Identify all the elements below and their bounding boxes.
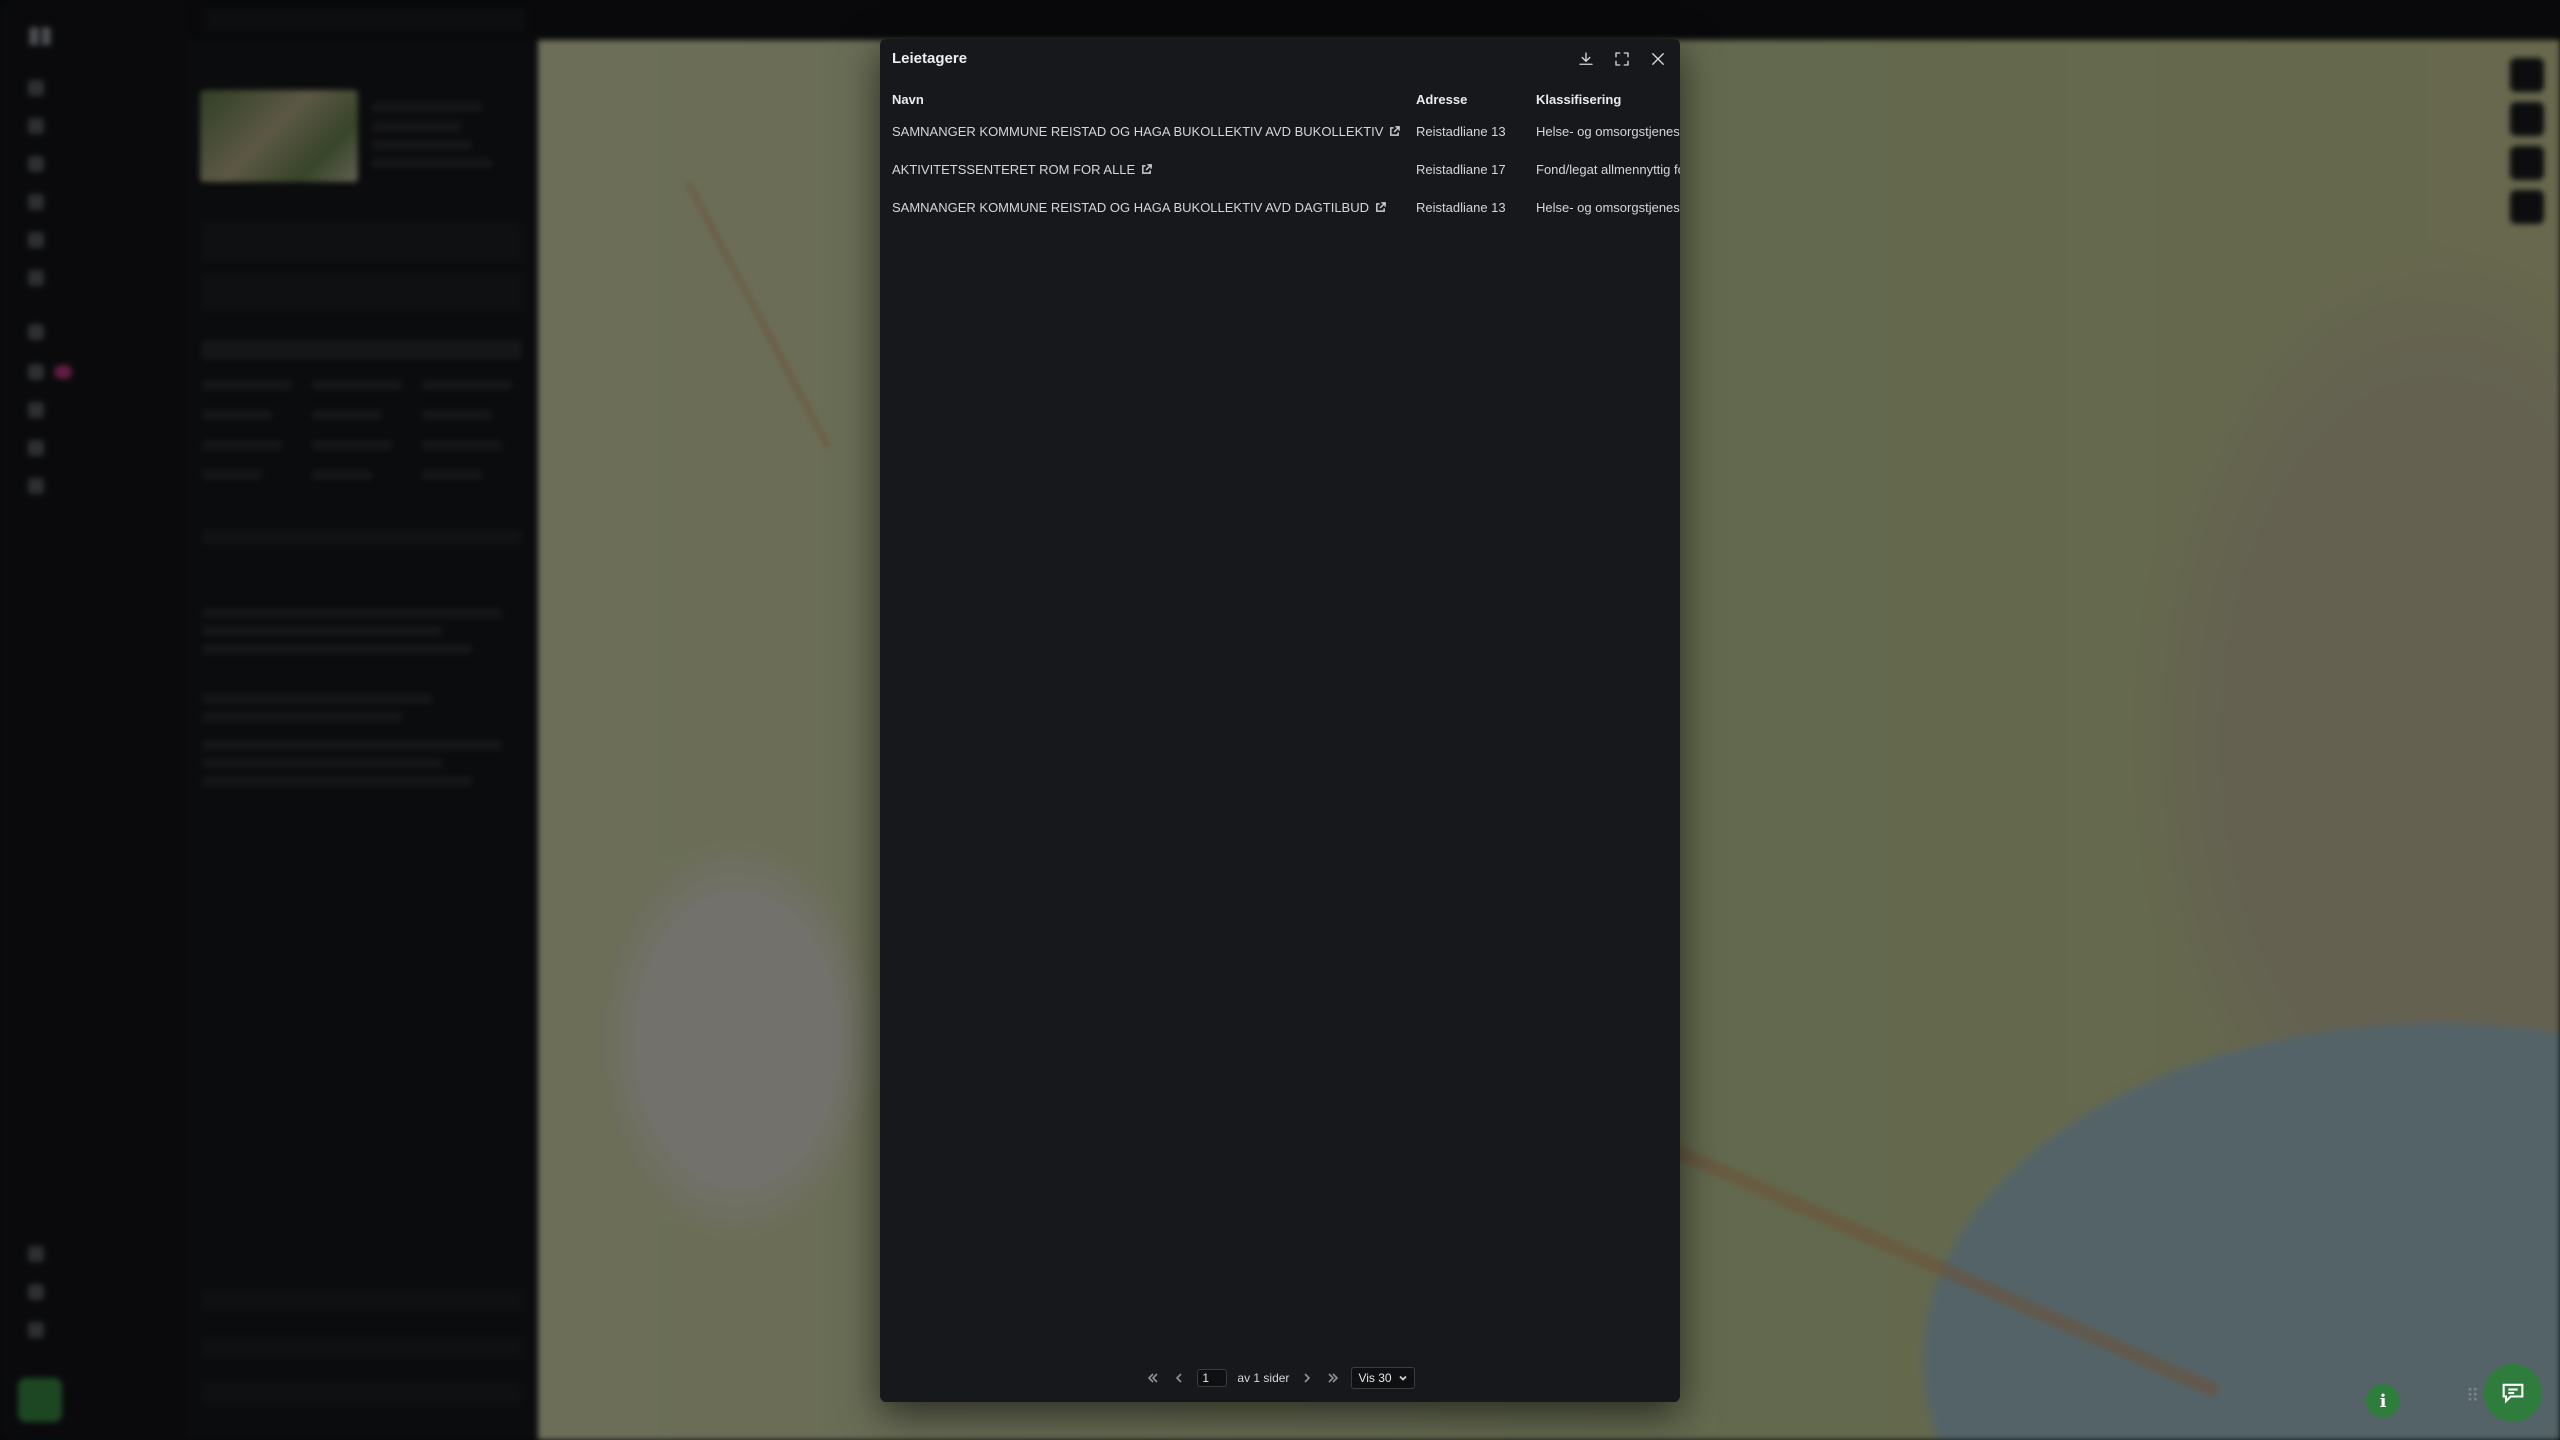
address-cell: Reistadliane 17 (1416, 161, 1506, 177)
column-header-klassifisering[interactable]: Klassifisering (1524, 86, 1680, 112)
external-link-icon[interactable] (1141, 163, 1153, 174)
external-link-icon[interactable] (1375, 201, 1386, 212)
nav-item (28, 114, 44, 138)
tenant-name-cell[interactable]: AKTIVITETSSENTERET ROM FOR ALLE (880, 150, 1404, 188)
chat-button[interactable] (2484, 1364, 2542, 1422)
classification-cell: Helse- og omsorgstjenester (1536, 123, 1680, 139)
chevron-down-icon (1398, 1375, 1407, 1381)
avatar (18, 1378, 62, 1422)
page-size-select[interactable]: Vis 30 (1351, 1367, 1415, 1389)
column-header-navn[interactable]: Navn (880, 86, 1404, 112)
nav-item (28, 190, 44, 214)
address-cell: Reistadliane 13 (1416, 123, 1506, 139)
page-size-label: Vis 30 (1358, 1371, 1392, 1385)
nav-item (28, 320, 44, 344)
map-control (2510, 58, 2544, 92)
first-page-icon[interactable] (1145, 1370, 1161, 1386)
table-row: SAMNANGER KOMMUNE REISTAD OG HAGA BUKOLL… (880, 188, 1680, 226)
last-page-icon[interactable] (1325, 1370, 1341, 1386)
modal-actions (1574, 47, 1670, 71)
modal-title: Leietagere (892, 50, 968, 67)
drag-handle-icon[interactable]: ⠿ (2466, 1386, 2479, 1407)
address-cell: Reistadliane 13 (1416, 199, 1506, 215)
tenants-modal: Leietagere Navn Adresse Klassifisering S… (880, 39, 1680, 1402)
nav-item (28, 398, 44, 422)
pagination: av 1 sider Vis 30 (880, 1366, 1680, 1390)
previous-page-icon[interactable] (1171, 1370, 1187, 1386)
nav-item (28, 266, 44, 290)
tenant-name-cell[interactable]: SAMNANGER KOMMUNE REISTAD OG HAGA BUKOLL… (880, 112, 1404, 150)
map-control (2510, 146, 2544, 180)
classification-cell: Fond/legat allmennyttig formål (1536, 161, 1680, 177)
page-number-input[interactable] (1197, 1369, 1228, 1387)
nav-item (28, 76, 44, 100)
property-photo (200, 90, 358, 182)
map-control (2510, 102, 2544, 136)
page-count-label: av 1 sider (1237, 1371, 1290, 1385)
download-icon[interactable] (1574, 47, 1598, 71)
nav-item (28, 1318, 44, 1342)
classification-cell: Helse- og omsorgstjenester (1536, 199, 1680, 215)
info-icon[interactable]: i (2366, 1384, 2400, 1418)
table-row: SAMNANGER KOMMUNE REISTAD OG HAGA BUKOLL… (880, 112, 1680, 150)
app-logo: ▮▮ (28, 22, 53, 47)
tenant-name-link[interactable]: SAMNANGER KOMMUNE REISTAD OG HAGA BUKOLL… (892, 124, 1383, 139)
nav-item (28, 436, 44, 460)
tenant-name-link[interactable]: AKTIVITETSSENTERET ROM FOR ALLE (892, 162, 1135, 177)
main-navigation: ▮▮ (0, 0, 186, 1440)
tenant-name-link[interactable]: SAMNANGER KOMMUNE REISTAD OG HAGA BUKOLL… (892, 200, 1369, 215)
map-control (2510, 190, 2544, 224)
property-panel (186, 40, 538, 1440)
column-header-adresse[interactable]: Adresse (1404, 86, 1524, 112)
chat-icon (2502, 1383, 2524, 1404)
tenant-name-cell[interactable]: SAMNANGER KOMMUNE REISTAD OG HAGA BUKOLL… (880, 188, 1404, 226)
nav-item (28, 228, 44, 252)
search-tab (206, 8, 526, 32)
table-row: AKTIVITETSSENTERET ROM FOR ALLE Reistadl… (880, 150, 1680, 188)
nav-item (28, 360, 73, 384)
top-bar (186, 0, 2560, 40)
tenants-table: Navn Adresse Klassifisering SAMNANGER KO… (880, 86, 1680, 226)
nav-item (28, 1242, 44, 1266)
next-page-icon[interactable] (1299, 1370, 1315, 1386)
nav-item (28, 152, 44, 176)
close-icon[interactable] (1646, 47, 1670, 71)
nav-item (28, 474, 44, 498)
expand-icon[interactable] (1610, 47, 1634, 71)
nav-item (28, 1280, 44, 1304)
table-header-row: Navn Adresse Klassifisering (880, 86, 1680, 112)
external-link-icon[interactable] (1389, 125, 1401, 136)
